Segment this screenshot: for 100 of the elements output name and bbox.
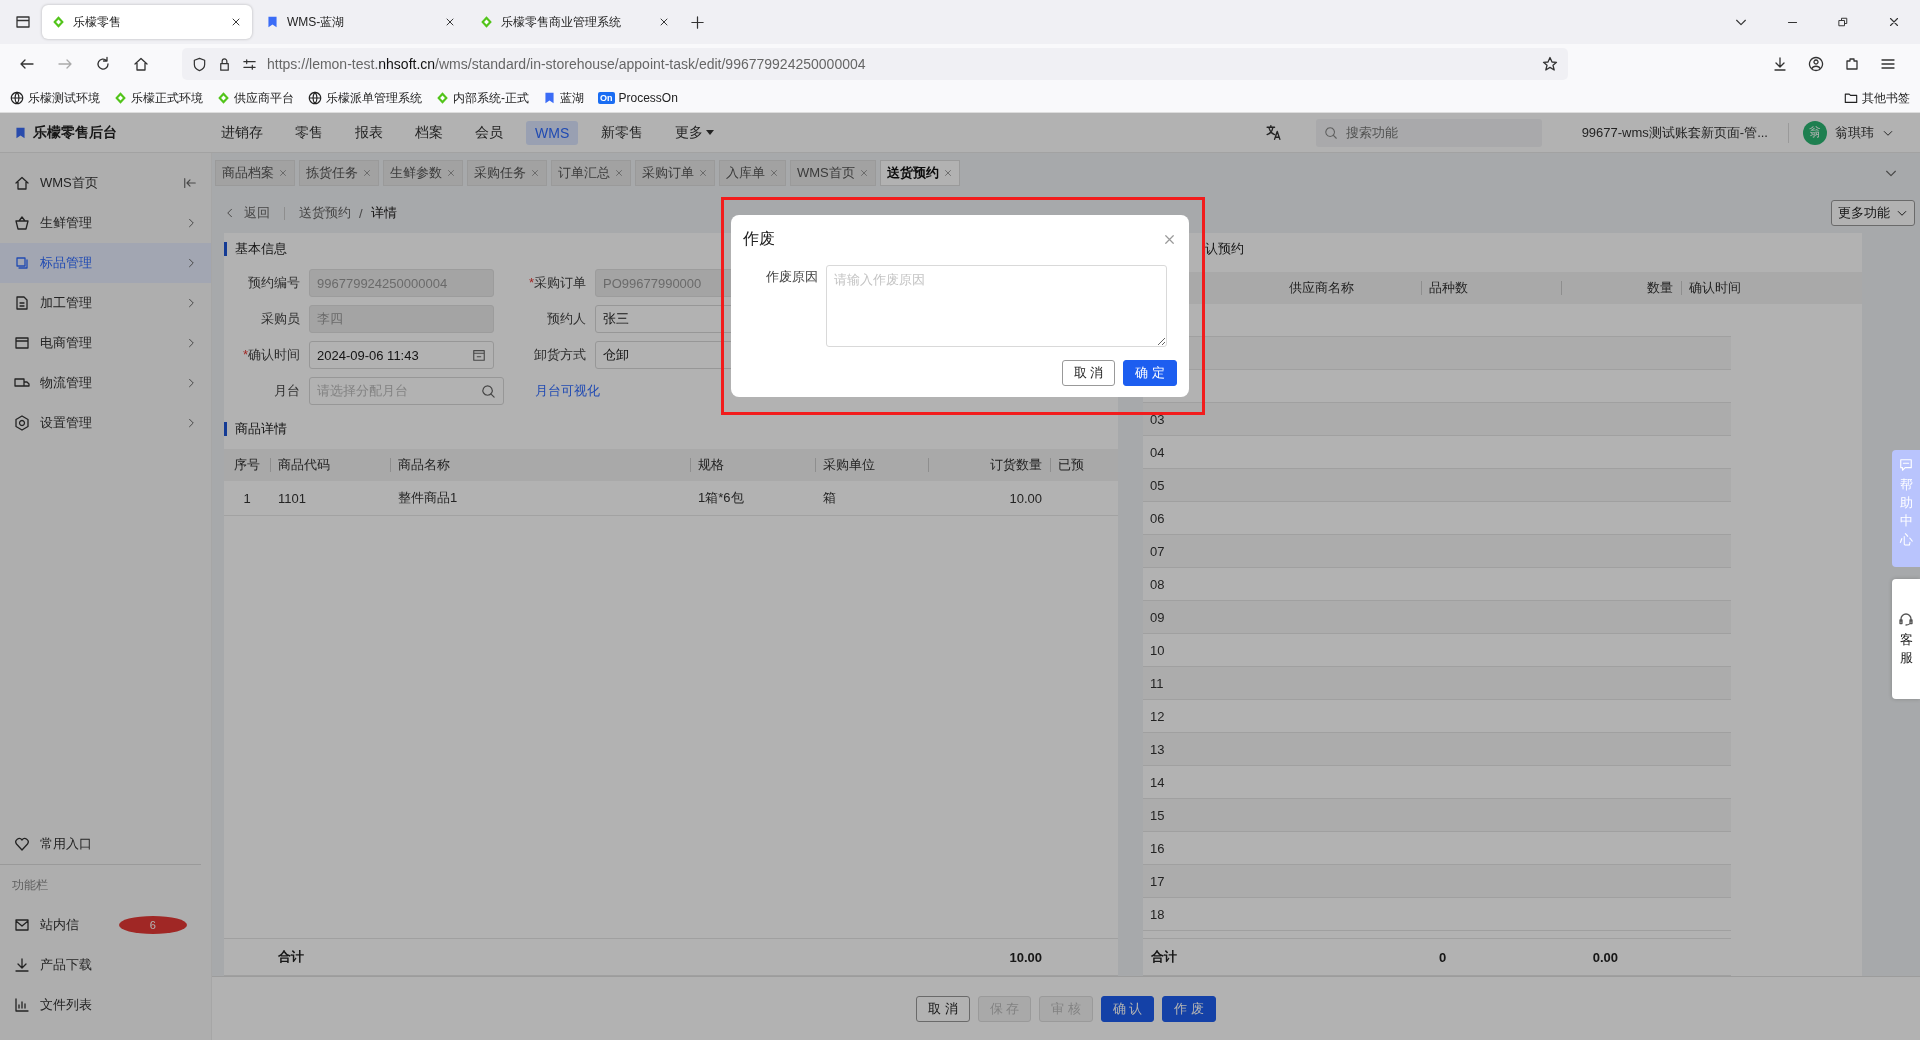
more-functions-button[interactable]: 更多功能 <box>1831 200 1915 226</box>
extensions-icon[interactable] <box>1844 56 1860 72</box>
sidebar-item[interactable]: 文件列表 <box>0 985 211 1025</box>
close-icon[interactable] <box>1887 15 1901 29</box>
total-label: 合计 <box>1150 948 1178 966</box>
calendar-icon[interactable] <box>472 348 486 362</box>
document-icon <box>14 295 30 311</box>
customer-service-tab[interactable]: 客服 <box>1892 579 1920 699</box>
search-field[interactable]: 搜索功能 <box>1315 118 1542 147</box>
search-icon <box>1323 125 1338 140</box>
nav-item[interactable]: 报表 <box>346 120 392 145</box>
home-icon[interactable] <box>133 56 149 72</box>
browser-tab[interactable]: 乐檬零售 <box>42 5 252 39</box>
page-tab[interactable]: 订单汇总 <box>551 160 631 186</box>
dialog-title: 作废 <box>743 228 776 249</box>
account-icon[interactable] <box>1808 56 1824 72</box>
table-cell-text: 1 <box>242 490 252 506</box>
page-tab[interactable]: 采购订单 <box>635 160 715 186</box>
page-tab[interactable]: 送货预约 <box>879 160 960 186</box>
diamond-icon <box>114 91 127 105</box>
dialog-button[interactable]: 取 消 <box>1061 360 1116 386</box>
field-label: *确认时间 <box>241 346 301 364</box>
bookmark[interactable]: 内部系统-正式 <box>436 89 529 107</box>
sidebar-item[interactable]: 电商管理 <box>0 323 211 363</box>
star-icon[interactable] <box>1542 56 1558 72</box>
download-icon[interactable] <box>1772 56 1788 72</box>
field-label: *采购订单 <box>527 274 587 292</box>
table-cell: 15 <box>1150 807 1165 823</box>
bookmark[interactable]: 乐檬派单管理系统 <box>308 89 422 107</box>
page-tab[interactable]: 拣货任务 <box>299 160 379 186</box>
dialog-button[interactable]: 确 定 <box>1123 360 1177 386</box>
reload-icon[interactable] <box>95 56 111 72</box>
footer-button[interactable]: 取 消 <box>915 996 970 1022</box>
processon-logo: On <box>598 92 615 104</box>
table-cell: 03 <box>1150 411 1165 427</box>
tab-list-icon[interactable] <box>15 14 31 30</box>
sidebar-item[interactable]: 常用入口 <box>0 824 201 864</box>
table-cell: 04 <box>1150 444 1165 460</box>
sidebar-item[interactable]: 产品下载 <box>0 945 211 985</box>
total-value: 0 <box>1438 949 1448 965</box>
field-label: 预约编号 <box>247 274 301 292</box>
count-badge: 6 <box>118 916 187 934</box>
column-header: 采购单位 <box>815 456 928 474</box>
page-tab[interactable]: 生鲜参数 <box>383 160 463 186</box>
basket-icon <box>14 215 30 231</box>
sidebar-item[interactable]: 站内信 6 <box>0 905 211 945</box>
column-header: 商品代码 <box>270 456 390 474</box>
address-bar[interactable]: https://lemon-test.nhsoft.cn/wms/standard/in-storehouse/appoint-task/edit/996779924250000004 <box>182 48 1568 80</box>
breadcrumb-item[interactable]: 送货预约 <box>299 204 351 222</box>
account-switcher[interactable]: 99677-wms测试账套新页面-管... <box>1581 123 1768 142</box>
sidebar-item[interactable]: 加工管理 <box>0 283 211 323</box>
bookmark[interactable]: 乐檬正式环境 <box>114 89 203 107</box>
bookmark-folder[interactable]: 其他书签 <box>1844 89 1910 107</box>
menu-icon[interactable] <box>1880 56 1896 72</box>
translate-icon[interactable] <box>1264 124 1282 141</box>
restore-icon[interactable] <box>1837 16 1849 28</box>
sidebar-item[interactable]: 生鲜管理 <box>0 203 211 243</box>
collapse-icon[interactable] <box>183 176 197 190</box>
page-tab[interactable]: 入库单 <box>719 160 786 186</box>
settings-icon <box>14 415 30 431</box>
sidebar-item[interactable]: WMS首页 <box>0 163 211 203</box>
close-icon[interactable] <box>658 16 670 28</box>
bookmark[interactable]: 蓝湖 <box>543 89 584 107</box>
back-link[interactable]: 返回 <box>244 204 270 222</box>
nav-item[interactable]: 档案 <box>406 120 452 145</box>
page-tab[interactable]: 采购任务 <box>467 160 547 186</box>
table-cell-text: 1箱*6包 <box>697 489 745 507</box>
new-tab-icon[interactable] <box>690 14 705 30</box>
input-field[interactable]: 2024-09-06 11:43 <box>309 341 494 369</box>
sidebar-item[interactable]: 设置管理 <box>0 403 211 443</box>
shield-icon <box>192 56 207 72</box>
bar-chart-icon <box>14 997 30 1013</box>
nav-item[interactable]: 进销存 <box>212 120 272 145</box>
table-cell: 10 <box>1150 642 1165 658</box>
browser-tab[interactable]: WMS-蓝湖 <box>256 5 466 39</box>
app-brand: 乐檬零售后台 <box>33 123 117 142</box>
stacked-squares-icon <box>14 255 30 271</box>
close-icon[interactable] <box>230 16 242 28</box>
search-input[interactable]: 搜索功能 <box>1343 124 1528 141</box>
bookmark[interactable]: 乐檬测试环境 <box>10 89 100 107</box>
diamond-icon <box>52 15 65 29</box>
nav-item[interactable]: 更多 <box>666 120 724 145</box>
nav-item[interactable]: 零售 <box>286 120 332 145</box>
column-header: 商品名称 <box>390 456 690 474</box>
nav-item[interactable]: 会员 <box>466 120 512 145</box>
dock-visual-link[interactable]: 月台可视化 <box>535 382 600 400</box>
page-tab[interactable]: 商品档案 <box>215 160 295 186</box>
user-name[interactable]: 翁琪玮 <box>1835 123 1874 142</box>
bookmark[interactable]: 供应商平台 <box>217 89 294 107</box>
browser-tab[interactable]: 乐檬零售商业管理系统 <box>470 5 680 39</box>
footer-button[interactable]: 确 认 <box>1100 996 1155 1022</box>
page-tab[interactable]: WMS首页 <box>790 160 876 186</box>
bookmark[interactable]: On ProcessOn <box>598 91 678 105</box>
footer-button[interactable]: 作 废 <box>1162 996 1217 1022</box>
diamond-icon <box>217 91 230 105</box>
sidebar-item[interactable]: 物流管理 <box>0 363 211 403</box>
close-icon[interactable] <box>444 16 456 28</box>
nav-item[interactable]: 新零售 <box>592 120 653 145</box>
search-icon[interactable] <box>481 383 496 399</box>
column-header: 订货数量 <box>928 456 1050 474</box>
